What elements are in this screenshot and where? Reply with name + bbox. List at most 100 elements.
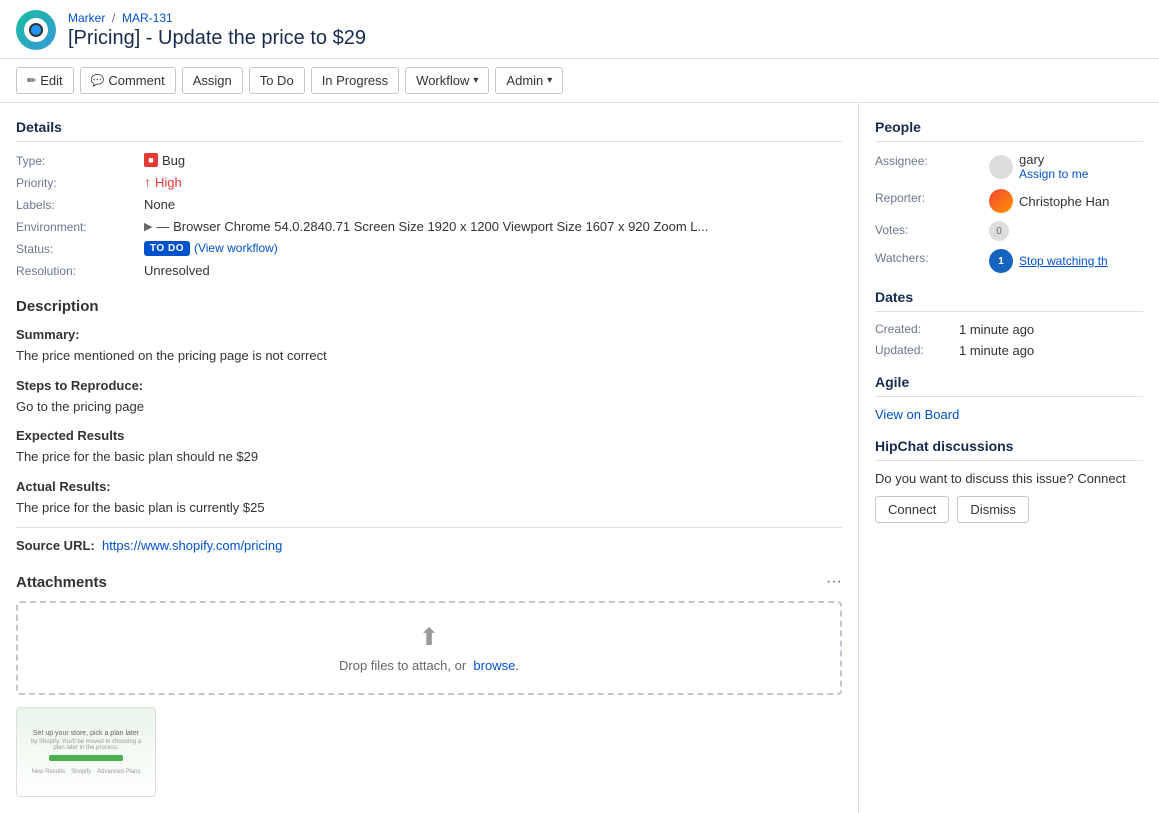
- view-board-link[interactable]: View on Board: [875, 407, 959, 422]
- preview-stat-2: Shopify: [71, 769, 91, 775]
- updated-label: Updated:: [875, 343, 955, 358]
- attachments-title: Attachments: [16, 574, 107, 591]
- preview-stats: New Results Shopify Advanced Plans: [31, 769, 140, 775]
- summary-label: Summary:: [16, 327, 842, 342]
- votes-row: Votes: 0: [875, 221, 1143, 241]
- details-grid: Type: ■ Bug Priority: ↑ High Labels: Non…: [16, 152, 842, 278]
- created-label: Created:: [875, 322, 955, 337]
- preview-green-bar: [49, 755, 122, 761]
- assignee-info: gary Assign to me: [1019, 152, 1088, 181]
- source-url-row: Source URL: https://www.shopify.com/pric…: [16, 538, 842, 553]
- votes-label: Votes:: [875, 221, 985, 237]
- labels-value: None: [144, 196, 842, 212]
- priority-value: ↑ High: [144, 174, 842, 190]
- browse-link[interactable]: browse: [473, 658, 515, 673]
- type-value: ■ Bug: [144, 152, 842, 168]
- reporter-name: Christophe Han: [1019, 194, 1109, 209]
- priority-text: High: [155, 175, 182, 190]
- expected-label: Expected Results: [16, 428, 842, 443]
- agile-title: Agile: [875, 374, 1143, 397]
- reporter-row: Reporter: Christophe Han: [875, 189, 1143, 213]
- expected-text: The price for the basic plan should ne $…: [16, 447, 842, 467]
- created-row: Created: 1 minute ago: [875, 322, 1143, 337]
- assignee-row: Assignee: gary Assign to me: [875, 152, 1143, 181]
- issue-title: [Pricing] - Update the price to $29: [68, 27, 366, 50]
- view-workflow-link[interactable]: (View workflow): [194, 241, 278, 255]
- admin-button[interactable]: Admin: [495, 67, 563, 94]
- updated-value: 1 minute ago: [959, 343, 1143, 358]
- watchers-label: Watchers:: [875, 249, 985, 265]
- stop-watching-link[interactable]: Stop watching th: [1019, 254, 1108, 268]
- assign-button[interactable]: Assign: [182, 67, 243, 94]
- assignee-value: gary Assign to me: [989, 152, 1143, 181]
- reporter-value: Christophe Han: [989, 189, 1143, 213]
- dates-section: Dates Created: 1 minute ago Updated: 1 m…: [875, 289, 1143, 358]
- hipchat-buttons: Connect Dismiss: [875, 496, 1143, 523]
- attachments-more-icon[interactable]: ···: [826, 573, 842, 591]
- main-layout: Details Type: ■ Bug Priority: ↑ High Lab…: [0, 103, 1159, 813]
- workflow-button[interactable]: Workflow: [405, 67, 489, 94]
- attachments-section: Attachments ··· ⬆ Drop files to attach, …: [16, 573, 842, 797]
- labels-label: Labels:: [16, 196, 136, 212]
- watchers-value: 1 Stop watching th: [989, 249, 1143, 273]
- assignee-avatar: [989, 155, 1013, 179]
- logo: [16, 10, 56, 50]
- content-area: Details Type: ■ Bug Priority: ↑ High Lab…: [0, 103, 859, 813]
- status-badge: TO DO: [144, 241, 190, 256]
- bug-icon: ■: [144, 153, 158, 167]
- resolution-label: Resolution:: [16, 262, 136, 278]
- preview-stat-1: New Results: [31, 769, 65, 775]
- updated-row: Updated: 1 minute ago: [875, 343, 1143, 358]
- actual-label: Actual Results:: [16, 479, 842, 494]
- env-value: ▶ — Browser Chrome 54.0.2840.71 Screen S…: [144, 218, 842, 234]
- type-label: Type:: [16, 152, 136, 168]
- in-progress-button[interactable]: In Progress: [311, 67, 399, 94]
- assign-to-me-link[interactable]: Assign to me: [1019, 167, 1088, 181]
- env-arrow-icon: ▶: [144, 220, 152, 233]
- watchers-row: Watchers: 1 Stop watching th: [875, 249, 1143, 273]
- source-label: Source URL:: [16, 538, 95, 553]
- agile-section: Agile View on Board: [875, 374, 1143, 422]
- votes-badge: 0: [989, 221, 1009, 241]
- comment-button[interactable]: Comment: [80, 67, 176, 94]
- actual-text: The price for the basic plan is currentl…: [16, 498, 842, 518]
- drop-zone-text: Drop files to attach, or browse.: [38, 658, 820, 673]
- breadcrumb-issue[interactable]: MAR-131: [122, 11, 173, 25]
- steps-label: Steps to Reproduce:: [16, 378, 842, 393]
- description-title: Description: [16, 298, 842, 315]
- todo-button[interactable]: To Do: [249, 67, 305, 94]
- attachment-preview[interactable]: Set up your store, pick a plan later by …: [16, 707, 156, 797]
- drop-text: Drop files to attach, or: [339, 658, 466, 673]
- status-label: Status:: [16, 240, 136, 256]
- reporter-label: Reporter:: [875, 189, 985, 205]
- divider: [16, 527, 842, 528]
- toolbar: Edit Comment Assign To Do In Progress Wo…: [0, 59, 1159, 103]
- edit-button[interactable]: Edit: [16, 67, 74, 94]
- people-section: People Assignee: gary Assign to me Repor…: [875, 119, 1143, 273]
- reporter-avatar: [989, 189, 1013, 213]
- assignee-name: gary: [1019, 152, 1088, 167]
- logo-inner: [24, 18, 48, 42]
- preview-stat-3: Advanced Plans: [97, 769, 140, 775]
- upload-icon: ⬆: [38, 623, 820, 652]
- hipchat-text: Do you want to discuss this issue? Conne…: [875, 471, 1143, 486]
- source-url-link[interactable]: https://www.shopify.com/pricing: [102, 538, 282, 553]
- steps-text: Go to the pricing page: [16, 397, 842, 417]
- preview-text-line2: by Shopify. You'll be moved to choosing …: [25, 739, 147, 751]
- watchers-count-badge: 1: [989, 249, 1013, 273]
- connect-button[interactable]: Connect: [875, 496, 949, 523]
- logo-eye: [29, 23, 43, 37]
- created-value: 1 minute ago: [959, 322, 1143, 337]
- attachments-header: Attachments ···: [16, 573, 842, 591]
- breadcrumb-project[interactable]: Marker: [68, 11, 105, 25]
- priority-arrow-icon: ↑: [144, 174, 151, 190]
- drop-zone[interactable]: ⬆ Drop files to attach, or browse.: [16, 601, 842, 695]
- summary-text: The price mentioned on the pricing page …: [16, 346, 842, 366]
- breadcrumb: Marker / MAR-131: [68, 11, 366, 25]
- header-text: Marker / MAR-131 [Pricing] - Update the …: [68, 11, 366, 50]
- dismiss-button[interactable]: Dismiss: [957, 496, 1029, 523]
- env-label: Environment:: [16, 218, 136, 234]
- preview-text-line1: Set up your store, pick a plan later: [33, 730, 139, 737]
- sidebar: People Assignee: gary Assign to me Repor…: [859, 103, 1159, 813]
- votes-value: 0: [989, 221, 1143, 241]
